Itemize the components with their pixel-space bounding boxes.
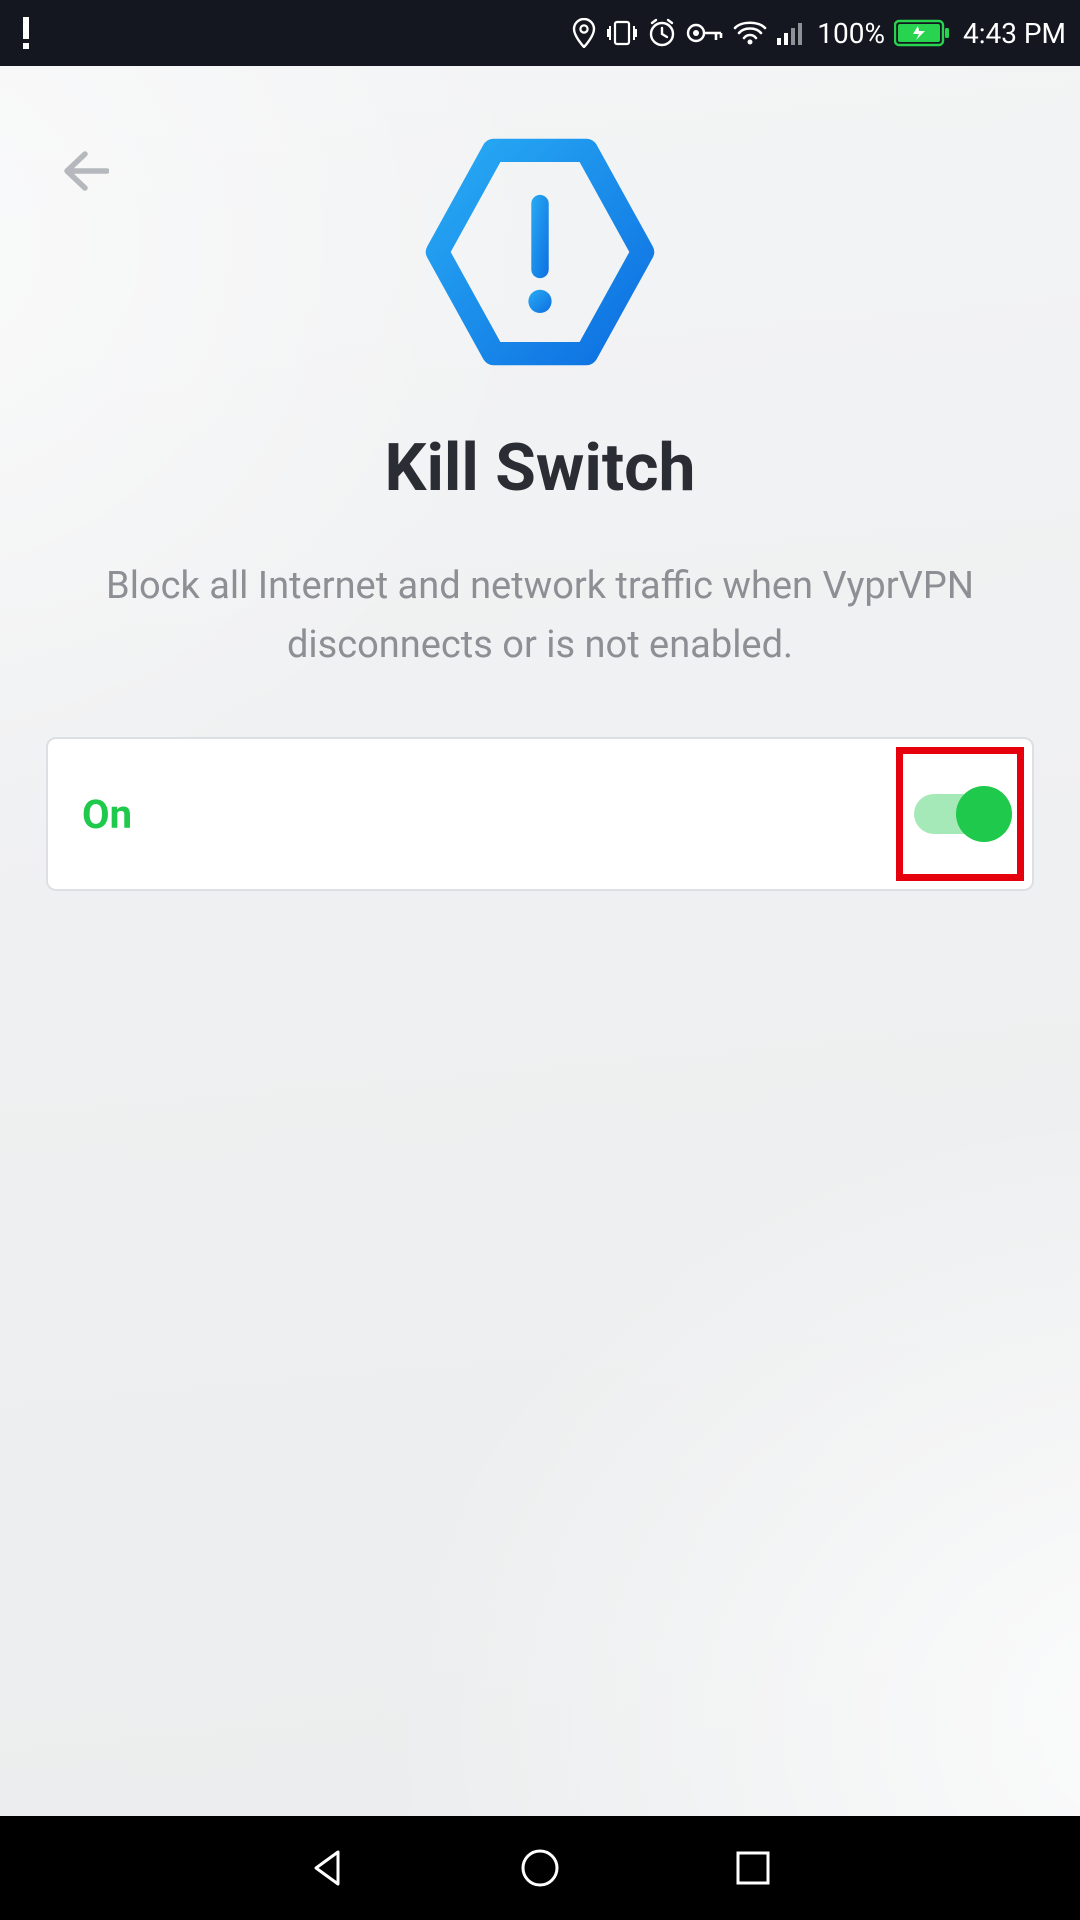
nav-home-button[interactable]	[505, 1833, 575, 1903]
vibrate-icon	[606, 18, 638, 48]
back-arrow-icon	[61, 150, 109, 192]
signal-icon	[776, 20, 808, 46]
nav-recent-button[interactable]	[718, 1833, 788, 1903]
battery-percentage: 100%	[817, 17, 885, 50]
page-subtitle: Block all Internet and network traffic w…	[0, 557, 1080, 675]
status-left	[14, 13, 38, 53]
kill-switch-toggle-card: On	[46, 737, 1034, 891]
page-title: Kill Switch	[384, 430, 695, 507]
toggle-state-label: On	[82, 791, 132, 838]
header-area: Kill Switch Block all Internet and netwo…	[0, 66, 1080, 675]
notification-icon	[14, 13, 38, 53]
annotation-highlight-box	[896, 747, 1024, 881]
kill-switch-hexagon-icon	[420, 132, 660, 372]
battery-icon	[894, 19, 950, 47]
kill-switch-toggle[interactable]	[914, 794, 1006, 834]
status-right: 100% 4:43 PM	[571, 17, 1066, 50]
back-button[interactable]	[55, 141, 115, 201]
wifi-icon	[733, 20, 767, 46]
app-content: Kill Switch Block all Internet and netwo…	[0, 66, 1080, 1816]
vpn-key-icon	[686, 21, 724, 45]
android-nav-bar	[0, 1816, 1080, 1920]
alarm-icon	[647, 18, 677, 48]
location-icon	[571, 18, 597, 48]
status-bar: 100% 4:43 PM	[0, 0, 1080, 66]
toggle-thumb	[956, 786, 1012, 842]
nav-recent-icon	[733, 1848, 773, 1888]
status-time: 4:43 PM	[963, 17, 1066, 50]
nav-home-icon	[518, 1846, 562, 1890]
nav-back-button[interactable]	[293, 1833, 363, 1903]
nav-back-icon	[306, 1846, 350, 1890]
